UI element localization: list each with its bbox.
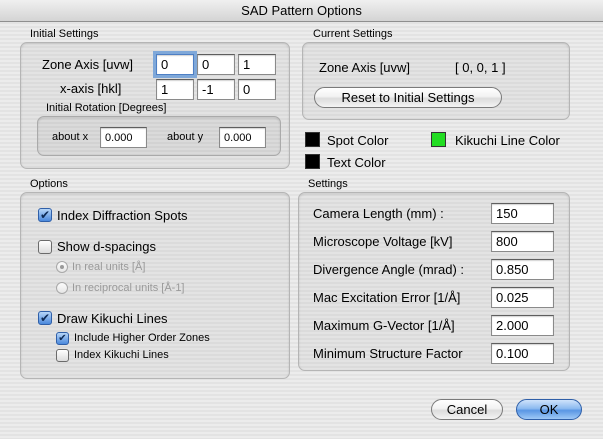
- kikuchi-line-color-label: Kikuchi Line Color: [455, 133, 560, 148]
- draw-kikuchi-lines-checkbox[interactable]: [38, 311, 52, 325]
- sad-pattern-options-dialog: SAD Pattern Options Initial Settings Zon…: [0, 0, 603, 439]
- spot-color-label: Spot Color: [327, 133, 389, 148]
- x-axis-k-input[interactable]: [197, 79, 235, 100]
- index-kikuchi-lines-checkbox[interactable]: [56, 349, 69, 362]
- reciprocal-units-radio[interactable]: [56, 282, 68, 294]
- minimum-structure-factor-input[interactable]: [491, 343, 554, 364]
- draw-kikuchi-lines-label: Draw Kikuchi Lines: [57, 311, 168, 326]
- x-axis-l-input[interactable]: [238, 79, 276, 100]
- microscope-voltage-label: Microscope Voltage [kV]: [313, 234, 453, 249]
- reciprocal-units-label: In reciprocal units [Å-1]: [72, 282, 185, 294]
- cancel-button[interactable]: Cancel: [431, 399, 503, 420]
- zone-axis-v-input[interactable]: [197, 54, 235, 75]
- show-d-spacings-label: Show d-spacings: [57, 239, 156, 254]
- show-d-spacings-checkbox[interactable]: [38, 240, 52, 254]
- index-diffraction-spots-checkbox[interactable]: [38, 208, 52, 222]
- about-x-label: about x: [52, 131, 89, 143]
- about-x-input[interactable]: [100, 127, 147, 148]
- index-kikuchi-lines-label: Index Kikuchi Lines: [74, 349, 169, 361]
- real-units-label: In real units [Å]: [72, 261, 146, 273]
- text-color-swatch[interactable]: [305, 154, 320, 169]
- current-zone-axis-label: Zone Axis [uvw]: [319, 60, 411, 75]
- reset-to-initial-settings-button[interactable]: Reset to Initial Settings: [314, 87, 502, 108]
- include-higher-order-zones-checkbox[interactable]: [56, 332, 69, 345]
- spot-color-swatch[interactable]: [305, 132, 320, 147]
- initial-rotation-label: Initial Rotation [Degrees]: [46, 102, 167, 114]
- microscope-voltage-input[interactable]: [491, 231, 554, 252]
- x-axis-h-input[interactable]: [156, 79, 194, 100]
- real-units-radio[interactable]: [56, 261, 68, 273]
- window-title: SAD Pattern Options: [0, 0, 603, 22]
- include-higher-order-zones-label: Include Higher Order Zones: [74, 332, 210, 344]
- options-label: Options: [30, 178, 68, 190]
- minimum-structure-factor-label: Minimum Structure Factor: [313, 346, 463, 361]
- camera-length-input[interactable]: [491, 203, 554, 224]
- about-y-input[interactable]: [219, 127, 266, 148]
- ok-button[interactable]: OK: [516, 399, 582, 420]
- current-zone-axis-value: [ 0, 0, 1 ]: [455, 60, 506, 75]
- max-excitation-error-input[interactable]: [491, 287, 554, 308]
- current-settings-group: [302, 42, 570, 120]
- zone-axis-w-input[interactable]: [238, 54, 276, 75]
- camera-length-label: Camera Length (mm) :: [313, 206, 444, 221]
- divergence-angle-label: Divergence Angle (mrad) :: [313, 262, 465, 277]
- zone-axis-label: Zone Axis [uvw]: [42, 57, 134, 72]
- initial-settings-label: Initial Settings: [30, 28, 99, 40]
- text-color-label: Text Color: [327, 155, 386, 170]
- maximum-g-vector-input[interactable]: [491, 315, 554, 336]
- about-y-label: about y: [167, 131, 204, 143]
- divergence-angle-input[interactable]: [491, 259, 554, 280]
- kikuchi-line-color-swatch[interactable]: [431, 132, 446, 147]
- index-diffraction-spots-label: Index Diffraction Spots: [57, 208, 188, 223]
- settings-label: Settings: [308, 178, 348, 190]
- maximum-g-vector-label: Maximum G-Vector [1/Å]: [313, 318, 455, 333]
- zone-axis-u-input[interactable]: [156, 54, 194, 75]
- max-excitation-error-label: Mac Excitation Error [1/Å]: [313, 290, 461, 305]
- x-axis-label: x-axis [hkl]: [60, 81, 122, 96]
- current-settings-label: Current Settings: [313, 28, 393, 40]
